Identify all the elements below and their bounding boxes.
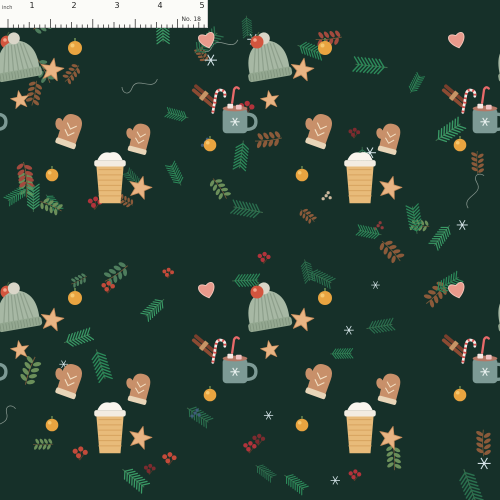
ruler-unit-label: inch [2, 5, 13, 11]
latte-cup [344, 152, 376, 204]
ruler-number-3: 3 [114, 1, 120, 10]
ruler-number-4: 4 [157, 1, 163, 10]
ruler-number-5: 5 [199, 1, 205, 10]
ruler-number-2: 2 [71, 1, 77, 10]
winter-pattern-fabric [0, 0, 500, 500]
latte-cup [344, 402, 376, 454]
fabric-swatch: inch 1 2 3 4 5 No. 18 [0, 0, 500, 500]
measuring-ruler: inch 1 2 3 4 5 No. 18 [0, 0, 208, 28]
latte-cup [94, 152, 126, 204]
latte-cup [94, 402, 126, 454]
swatch-number: No. 18 [181, 16, 201, 23]
ruler-number-1: 1 [29, 1, 35, 10]
